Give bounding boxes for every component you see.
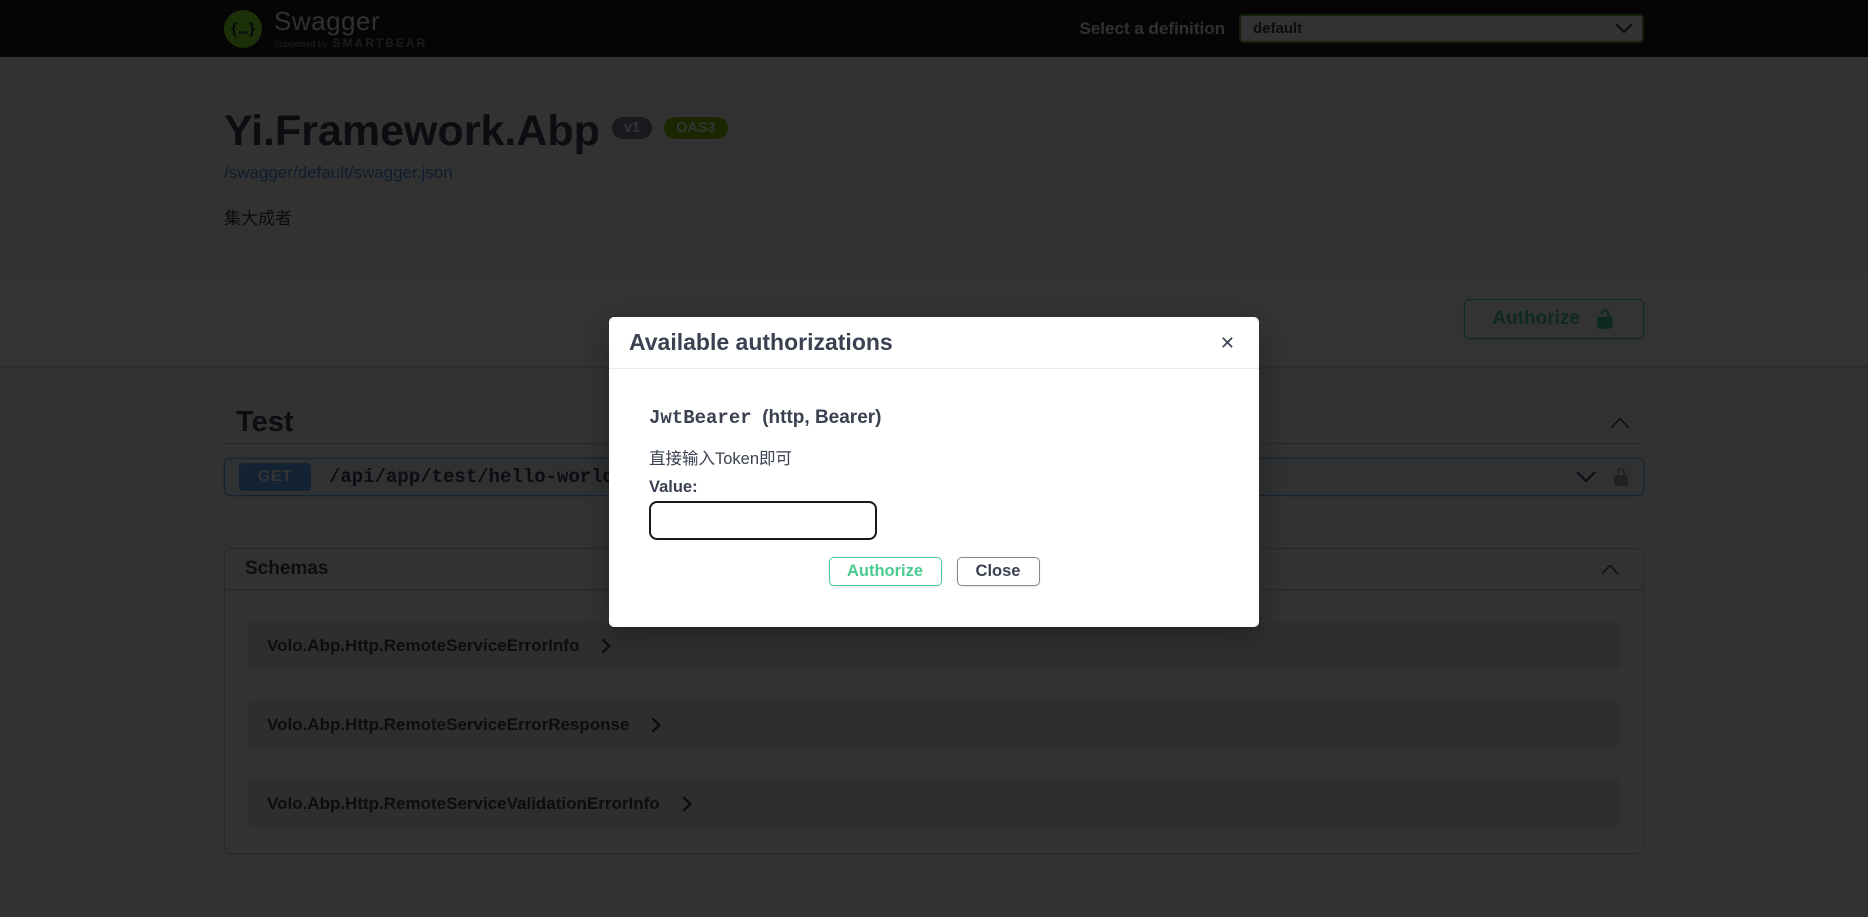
modal-title: Available authorizations <box>629 329 893 356</box>
token-input[interactable] <box>649 501 877 540</box>
value-label: Value: <box>649 478 1219 497</box>
authorizations-modal: Available authorizations ✕ JwtBearer (ht… <box>609 317 1259 627</box>
scheme-name: JwtBearer <box>649 407 752 429</box>
auth-scheme-heading: JwtBearer (http, Bearer) <box>649 407 1219 429</box>
auth-description: 直接输入Token即可 <box>649 445 1219 469</box>
close-icon[interactable]: ✕ <box>1220 334 1235 352</box>
scheme-type: (http, Bearer) <box>762 407 881 428</box>
modal-close-button[interactable]: Close <box>957 557 1040 586</box>
modal-authorize-button[interactable]: Authorize <box>829 557 942 586</box>
